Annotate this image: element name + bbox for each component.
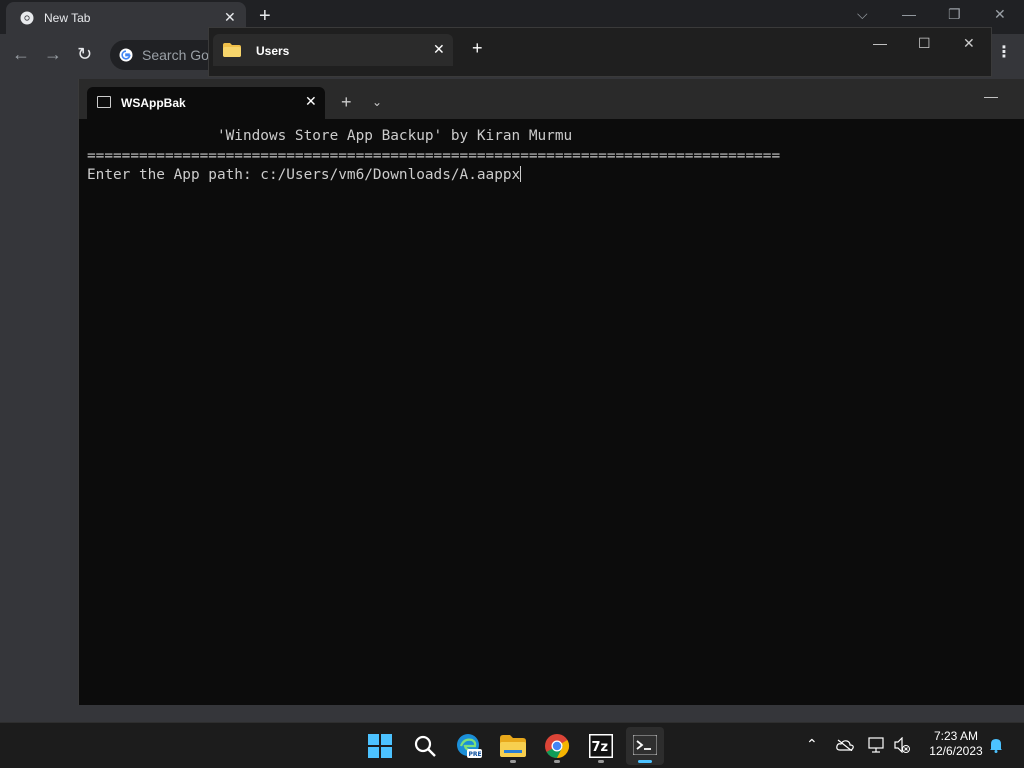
console-line-separator: ========================================… [87,147,781,164]
explorer-tab-title: Users [256,44,290,58]
minimize-icon[interactable]: — [984,88,998,104]
chevron-down-icon[interactable]: ⌄ [372,93,382,111]
taskbar: PRE 7z ⌃ 7:23 AM 12/6/2023 [0,722,1024,768]
console-icon [97,96,111,108]
menu-icon[interactable]: ⋮ [996,42,1012,62]
close-icon[interactable]: ✕ [433,41,445,58]
minimize-icon[interactable]: — [873,35,887,51]
clock-time: 7:23 AM [933,729,979,743]
terminal-window: WSAppBak ✕ + ⌄ — 'Windows Store App Back… [78,79,1024,705]
file-explorer-window: Users ✕ + — ☐ ✕ [208,27,992,77]
clock-date: 12/6/2023 [929,744,983,758]
new-tab-button[interactable]: + [259,6,271,26]
reload-icon[interactable]: ↻ [77,44,92,65]
taskbar-chrome[interactable] [538,727,576,765]
terminal-titlebar: WSAppBak ✕ + ⌄ — [79,79,1024,119]
terminal-tab-wsappbak[interactable]: WSAppBak ✕ [87,87,325,119]
start-icon [368,734,392,758]
google-icon [119,48,133,62]
network-icon[interactable] [868,737,886,753]
search-icon [414,735,436,757]
terminal-tab-title: WSAppBak [121,96,186,110]
taskbar-7zip[interactable]: 7z [582,727,620,765]
folder-icon [223,43,241,57]
maximize-icon[interactable]: ☐ [918,35,931,52]
console-line-prompt: Enter the App path: c:/Users/vm6/Downloa… [87,166,780,186]
edge-preview-icon: PRE [457,734,482,758]
tab-search-icon[interactable]: ⌵ [857,6,868,23]
svg-text:PRE: PRE [469,751,482,758]
chrome-icon [20,11,34,25]
running-indicator [554,760,560,763]
forward-icon[interactable]: → [44,44,62,65]
clock[interactable]: 7:23 AM 12/6/2023 [916,729,996,759]
prompt-text: Enter the App path: c:/Users/vm6/Downloa… [87,167,521,183]
back-icon[interactable]: ← [12,44,30,65]
7zip-icon: 7z [589,734,613,758]
svg-text:7z: 7z [592,740,609,755]
running-indicator [598,760,604,763]
notification-bell-icon[interactable] [989,737,1003,753]
taskbar-file-explorer[interactable] [494,727,532,765]
new-tab-button[interactable]: + [472,39,483,57]
file-explorer-icon [500,735,526,757]
close-icon[interactable]: ✕ [305,93,317,110]
console-line-title: 'Windows Store App Backup' by Kiran Murm… [87,128,573,144]
taskbar-search-button[interactable] [406,727,444,765]
active-indicator [638,760,652,763]
chrome-tab-title: New Tab [44,11,91,25]
minimize-icon[interactable]: — [902,6,916,22]
explorer-tab-users[interactable]: Users ✕ [213,34,453,66]
omnibox-input[interactable]: Search Goo [142,47,212,63]
terminal-icon [633,735,657,755]
restore-icon[interactable]: ❐ [948,6,961,23]
close-window-icon[interactable]: ✕ [963,35,975,52]
close-icon[interactable]: ✕ [224,9,236,26]
running-indicator [510,760,516,763]
chrome-icon [545,734,570,758]
show-hidden-icons-icon[interactable]: ⌃ [806,736,818,753]
new-tab-button[interactable]: + [341,93,352,111]
volume-muted-icon[interactable] [894,737,910,753]
start-button[interactable] [361,727,399,765]
terminal-output[interactable]: 'Windows Store App Backup' by Kiran Murm… [87,127,780,186]
onedrive-icon[interactable] [836,739,854,751]
text-cursor [520,166,522,182]
taskbar-edge-preview[interactable]: PRE [450,727,488,765]
taskbar-terminal[interactable] [626,727,664,765]
close-window-icon[interactable]: ✕ [994,6,1006,23]
